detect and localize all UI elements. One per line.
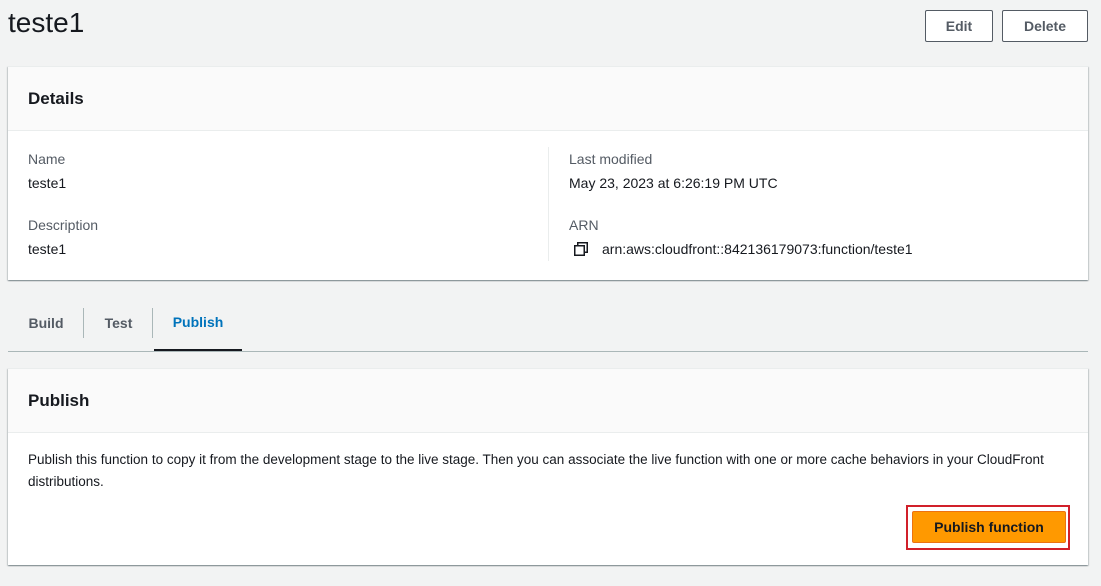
page-title: teste1 <box>8 7 85 38</box>
arn-value: arn:aws:cloudfront::842136179073:functio… <box>602 241 913 257</box>
publish-body: Publish this function to copy it from th… <box>8 433 1088 564</box>
edit-button[interactable]: Edit <box>925 10 993 42</box>
last-modified-value: May 23, 2023 at 6:26:19 PM UTC <box>569 175 778 191</box>
publish-panel-header: Publish <box>8 369 1088 433</box>
copy-icon[interactable] <box>574 242 588 256</box>
details-body: Name teste1 Description teste1 Last modi… <box>8 131 1088 279</box>
tab-publish[interactable]: Publish <box>154 295 242 351</box>
description-label: Description <box>28 217 99 233</box>
details-panel-header: Details <box>8 67 1088 131</box>
tab-bar: Build Test Publish <box>8 295 1088 352</box>
publish-panel: Publish Publish this function to copy it… <box>8 368 1088 565</box>
tab-test[interactable]: Test <box>84 295 153 351</box>
details-title: Details <box>28 88 84 108</box>
description-value: teste1 <box>28 241 67 257</box>
publish-function-button[interactable]: Publish function <box>912 511 1066 543</box>
name-value: teste1 <box>28 175 67 191</box>
tab-separator <box>152 308 153 338</box>
tab-build[interactable]: Build <box>8 295 84 351</box>
last-modified-label: Last modified <box>569 151 653 167</box>
header-actions: Edit Delete <box>925 10 1088 42</box>
publish-title: Publish <box>28 390 90 410</box>
arn-row: arn:aws:cloudfront::842136179073:functio… <box>574 241 913 257</box>
column-divider <box>548 147 549 261</box>
details-panel: Details Name teste1 Description teste1 L… <box>8 66 1088 280</box>
arn-label: ARN <box>569 217 599 233</box>
name-label: Name <box>28 151 66 167</box>
delete-button[interactable]: Delete <box>1002 10 1088 42</box>
publish-description: Publish this function to copy it from th… <box>28 452 1044 489</box>
